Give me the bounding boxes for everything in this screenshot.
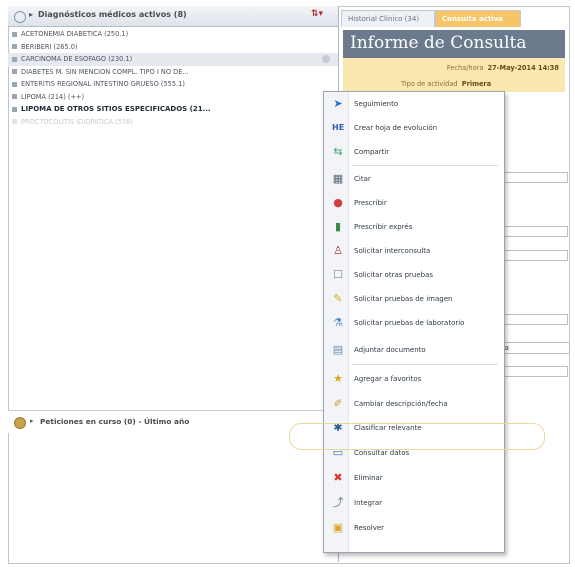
tests-icon: ☐ [333,268,343,281]
menu-item-prescribir[interactable]: ● Prescribir [324,193,504,213]
menu-item-pruebas-laboratorio[interactable]: ⚗ Solicitar pruebas de laboratorio [324,313,504,333]
petitions-icon [14,417,26,429]
resolve-icon: ▣ [332,521,344,534]
calendar-icon: ▦ [332,172,344,185]
bullet-icon [12,94,17,99]
diagnosis-group-icon [14,11,26,23]
bullet-icon [12,106,17,112]
pin-icon[interactable] [322,55,330,63]
pills-icon: ● [333,196,343,209]
diagnoses-header-title: Diagnósticos médicos activos (8) [38,10,187,19]
share-icon: ⇆ [333,145,343,158]
petitions-header-title: Peticiones en curso (0) - Último año [40,417,190,426]
bottle-icon: ▮ [334,220,342,233]
bullet-icon [12,81,17,87]
menu-item-interconsulta[interactable]: ♙ Solicitar interconsulta [324,241,504,261]
activity-value: Primera [461,80,492,88]
expand-arrow-icon[interactable]: ▸ [29,10,33,19]
menu-item-prescribir-expres[interactable]: ▮ Prescribir exprés [324,217,504,237]
delete-icon: ✖ [333,471,343,484]
diagnosis-item[interactable]: ENTERITIS REGIONAL INTESTINO GRUESO (555… [8,78,338,91]
edit-icon: ✐ [333,397,343,410]
menu-item-integrar[interactable]: ⤴ Integrar [324,493,504,513]
highlight-ring [289,423,545,450]
menu-item-otras-pruebas[interactable]: ☐ Solicitar otras pruebas [324,265,504,285]
diagnoses-list: ACETONEMIA DIABETICA (250.1) BERIBERI (2… [8,28,338,128]
diagnosis-item[interactable]: DIABETES M. SIN MENCION COMPL. TIPO I NO… [8,66,338,79]
arrow-right-icon: ➤ [333,97,343,110]
menu-item-adjuntar[interactable]: ▤ Adjuntar documento [324,340,504,360]
integrate-icon: ⤴ [332,496,344,509]
doctor-icon: ♙ [333,244,343,257]
page-title: Informe de Consulta [350,33,527,53]
bullet-icon [12,119,17,124]
expand-arrow-icon[interactable]: ▸ [30,417,34,425]
report-info-box: Fecha/hora 27-May-2014 14:38 Tipo de act… [343,58,565,92]
sort-icon[interactable]: ⇅▾ [311,9,323,19]
lab-icon: ⚗ [333,316,343,329]
tab-consulta-activa[interactable]: Consulta activa [435,10,521,27]
bullet-icon [12,56,17,62]
star-icon: ★ [333,372,343,385]
left-panel: ▸ Diagnósticos médicos activos (8) ⇅▾ AC… [8,6,339,562]
diagnosis-item[interactable]: PROCTOCOLITIS IDIOPATICA (556) [8,116,338,129]
date-line: Fecha/hora 27-May-2014 14:38 [446,64,559,72]
menu-item-compartir[interactable]: ⇆ Compartir [324,142,504,162]
context-menu: ➤ Seguimiento HE Crear hoja de evolución ⇆… [323,91,505,553]
petitions-header[interactable]: ▸ Peticiones en curso (0) - Último año [8,410,338,433]
bullet-icon [12,31,17,37]
tab-historial[interactable]: Historial Clínico (34) [341,10,435,27]
sheet-icon: HE [332,123,345,132]
diagnosis-item[interactable]: LIPOMA (214) (++) [8,91,338,104]
menu-item-resolver[interactable]: ▣ Resolver [324,518,504,538]
date-value: 27-May-2014 14:38 [487,64,559,72]
diagnoses-header[interactable]: ▸ Diagnósticos médicos activos (8) ⇅▾ [8,6,338,27]
menu-separator [352,165,498,166]
menu-item-eliminar[interactable]: ✖ Eliminar [324,468,504,488]
image-icon: ✎ [333,292,343,305]
diagnosis-item[interactable]: BERIBERI (265.0) [8,41,338,54]
menu-item-crear-hoja[interactable]: HE Crear hoja de evolución [324,118,504,138]
activity-line: Tipo de actividad Primera [401,80,492,88]
menu-item-seguimiento[interactable]: ➤ Seguimiento [324,94,504,114]
menu-item-citar[interactable]: ▦ Citar [324,169,504,189]
diagnosis-item-selected[interactable]: CARCINOMA DE ESOFAGO (230.1) [8,53,338,66]
menu-separator [352,364,498,365]
bullet-icon [12,44,17,49]
diagnosis-item[interactable]: ACETONEMIA DIABETICA (250.1) [8,28,338,41]
document-icon: ▤ [332,343,344,356]
bullet-icon [12,69,17,74]
menu-item-pruebas-imagen[interactable]: ✎ Solicitar pruebas de imagen [324,289,504,309]
menu-item-favoritos[interactable]: ★ Agregar a favoritos [324,369,504,389]
right-tabs: Historial Clínico (34) Consulta activa [341,10,571,27]
diagnosis-item[interactable]: LIPOMA DE OTROS SITIOS ESPECIFICADOS (21… [8,103,338,116]
menu-item-cambiar-descripcion[interactable]: ✐ Cambiar descripción/fecha [324,394,504,414]
